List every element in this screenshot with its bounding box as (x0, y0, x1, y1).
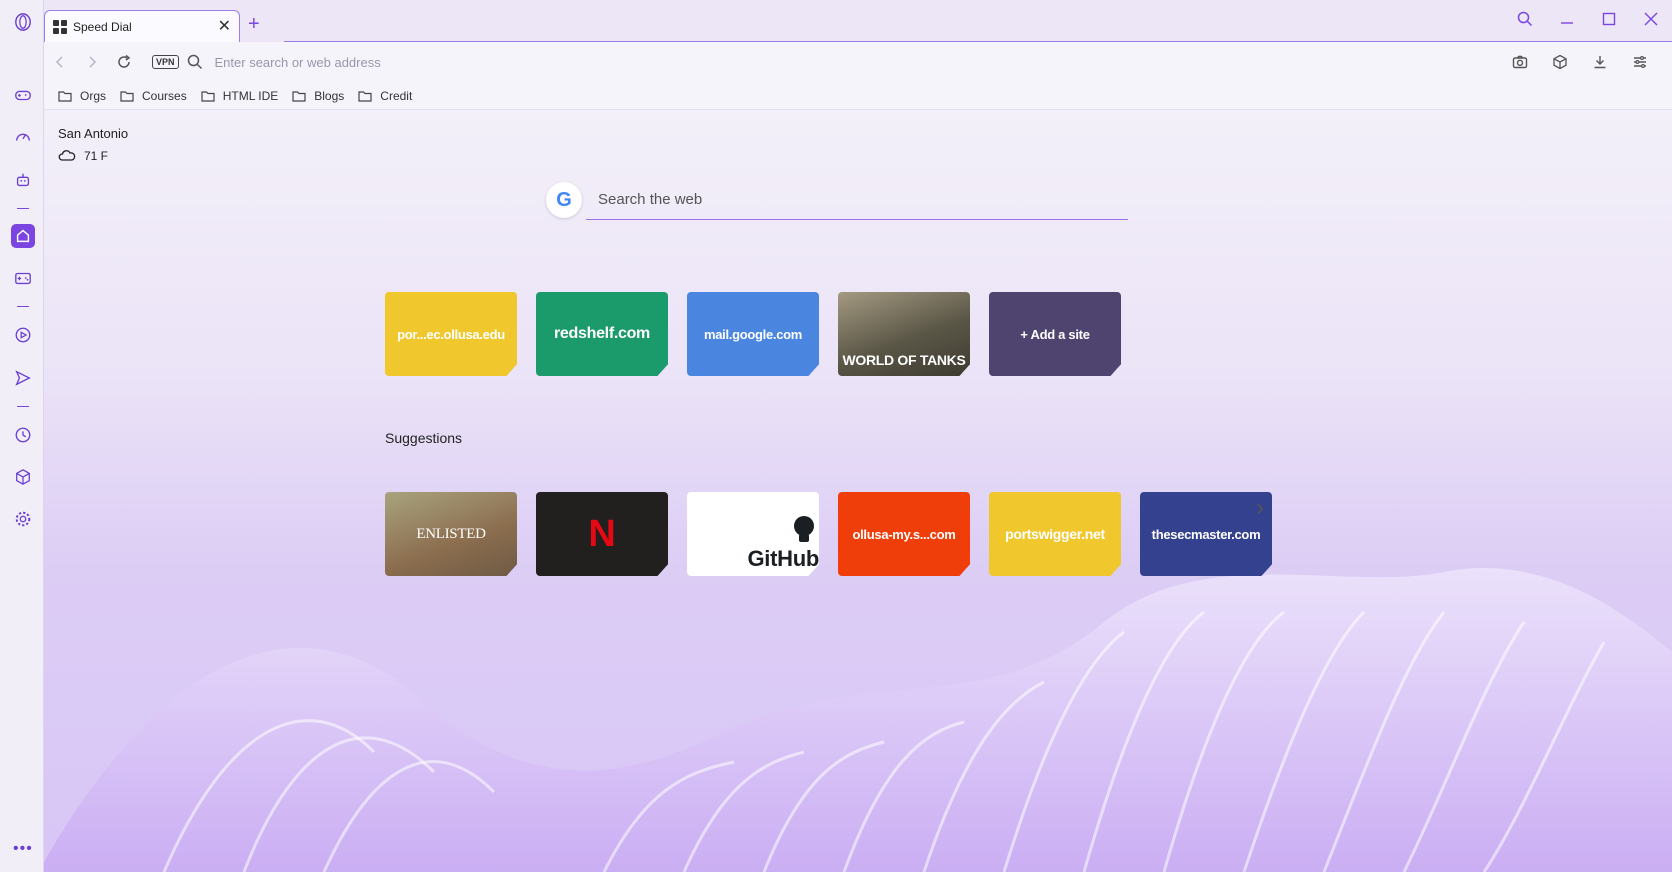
chevron-right-icon[interactable]: › (1256, 494, 1264, 522)
sidebar-divider (17, 208, 29, 209)
home-icon[interactable] (11, 224, 35, 248)
sidebar-divider (17, 406, 29, 407)
easy-setup-menu-icon[interactable] (1624, 48, 1656, 76)
search-tabs-icon[interactable] (1516, 10, 1534, 28)
close-tab-icon[interactable]: ✕ (218, 18, 231, 35)
tile-label: ollusa-my.s...com (852, 526, 956, 542)
speedometer-icon[interactable] (11, 125, 35, 149)
background-waves-decoration (44, 568, 1672, 872)
speed-dial-row: por...ec.ollusa.edu redshelf.com mail.go… (385, 292, 1121, 376)
window-controls (1516, 10, 1660, 28)
tile-label: portswigger.net (1005, 526, 1105, 542)
opera-logo-icon[interactable] (11, 10, 35, 34)
bookmark-folder-html-ide[interactable]: HTML IDE (201, 88, 279, 103)
back-icon[interactable] (44, 48, 76, 76)
tile-label: GitHub (747, 546, 819, 571)
address-toolbar: VPN (44, 42, 1672, 82)
maximize-icon[interactable] (1600, 10, 1618, 28)
tile-label: + Add a site (1020, 326, 1090, 342)
web-search-box: G (546, 176, 1146, 226)
weather-city: San Antonio (58, 126, 129, 141)
download-icon[interactable] (1584, 48, 1616, 76)
folder-icon (120, 90, 134, 102)
bookmark-folder-courses[interactable]: Courses (120, 89, 187, 103)
suggestion-tile-thesecmaster[interactable]: thesecmaster.com (1140, 492, 1272, 576)
speed-dial-tile-world-of-tanks[interactable]: WORLD OF TANKS (838, 292, 970, 376)
cloud-icon (58, 150, 76, 161)
sidebar-divider (17, 306, 29, 307)
suggestion-tile-portswigger[interactable]: portswigger.net (989, 492, 1121, 576)
grid-icon (53, 19, 67, 34)
tile-label: N (588, 512, 616, 555)
tab-speed-dial[interactable]: Speed Dial ✕ (44, 10, 240, 42)
search-web-input[interactable] (586, 180, 1128, 220)
game-controller-icon[interactable] (11, 266, 35, 290)
minimize-icon[interactable] (1558, 10, 1576, 28)
bookmarks-bar: Orgs Courses HTML IDE Blogs Credit (44, 82, 1672, 110)
suggestion-tile-ollusa-my[interactable]: ollusa-my.s...com (838, 492, 970, 576)
history-clock-icon[interactable] (11, 423, 35, 447)
settings-gear-icon[interactable] (11, 507, 35, 531)
bookmark-label: Blogs (314, 88, 345, 103)
forward-icon[interactable] (76, 48, 108, 76)
extensions-cube-icon[interactable] (1544, 48, 1576, 76)
bookmark-label: Credit (380, 88, 413, 103)
google-logo-icon[interactable]: G (546, 182, 582, 218)
folder-icon (358, 90, 372, 102)
close-window-icon[interactable] (1642, 10, 1660, 28)
suggestion-tile-github[interactable]: GitHub (687, 492, 819, 576)
folder-icon (292, 90, 306, 102)
speed-dial-page: San Antonio 71 F G por...ec.ollusa.edu r… (44, 110, 1672, 872)
robot-icon[interactable] (11, 168, 35, 192)
weather-widget[interactable]: San Antonio 71 F (58, 126, 128, 163)
search-icon (183, 48, 207, 76)
github-octocat-icon (794, 516, 814, 542)
add-site-tile[interactable]: + Add a site (989, 292, 1121, 376)
address-input[interactable] (214, 48, 1504, 76)
bookmark-folder-orgs[interactable]: Orgs (58, 89, 106, 103)
weather-temperature: 71 F (84, 149, 109, 163)
tile-label: por...ec.ollusa.edu (397, 326, 505, 342)
tile-label: thesecmaster.com (1151, 526, 1261, 542)
tile-label: redshelf.com (554, 325, 650, 342)
suggestions-heading: Suggestions (385, 430, 463, 446)
vpn-badge[interactable]: VPN (152, 55, 179, 69)
send-icon[interactable] (11, 366, 35, 390)
bookmark-label: Courses (142, 88, 187, 103)
suggestion-tile-enlisted[interactable]: ENLISTED (385, 492, 517, 576)
speed-dial-tile-portal[interactable]: por...ec.ollusa.edu (385, 292, 517, 376)
camera-snapshot-icon[interactable] (1504, 48, 1536, 76)
cube-icon[interactable] (11, 465, 35, 489)
toolbar-actions (1504, 48, 1656, 76)
bookmark-label: Orgs (80, 88, 107, 103)
tile-label: mail.google.com (703, 326, 803, 342)
speed-dial-tile-redshelf[interactable]: redshelf.com (536, 292, 668, 376)
bookmark-folder-credit[interactable]: Credit (358, 89, 412, 103)
folder-icon (58, 90, 72, 102)
more-options-icon[interactable]: ••• (13, 840, 33, 858)
suggestion-tile-netflix[interactable]: N (536, 492, 668, 576)
sidebar: ••• (0, 0, 44, 872)
new-tab-plus-icon[interactable]: + (248, 14, 260, 34)
bookmark-label: HTML IDE (222, 88, 279, 103)
tile-label: WORLD OF TANKS (842, 352, 966, 368)
tab-strip: Speed Dial ✕ + (44, 0, 1672, 42)
tile-label: ENLISTED (416, 525, 486, 542)
bookmark-folder-blogs[interactable]: Blogs (292, 89, 344, 103)
player-icon[interactable] (11, 323, 35, 347)
reload-icon[interactable] (108, 48, 140, 76)
speed-dial-tile-gmail[interactable]: mail.google.com (687, 292, 819, 376)
tab-title: Speed Dial (73, 19, 132, 34)
folder-icon (201, 90, 215, 102)
suggestions-row: ENLISTED N GitHub ollusa-my.s...com port… (385, 492, 1272, 576)
gamepad-icon[interactable] (11, 83, 35, 107)
